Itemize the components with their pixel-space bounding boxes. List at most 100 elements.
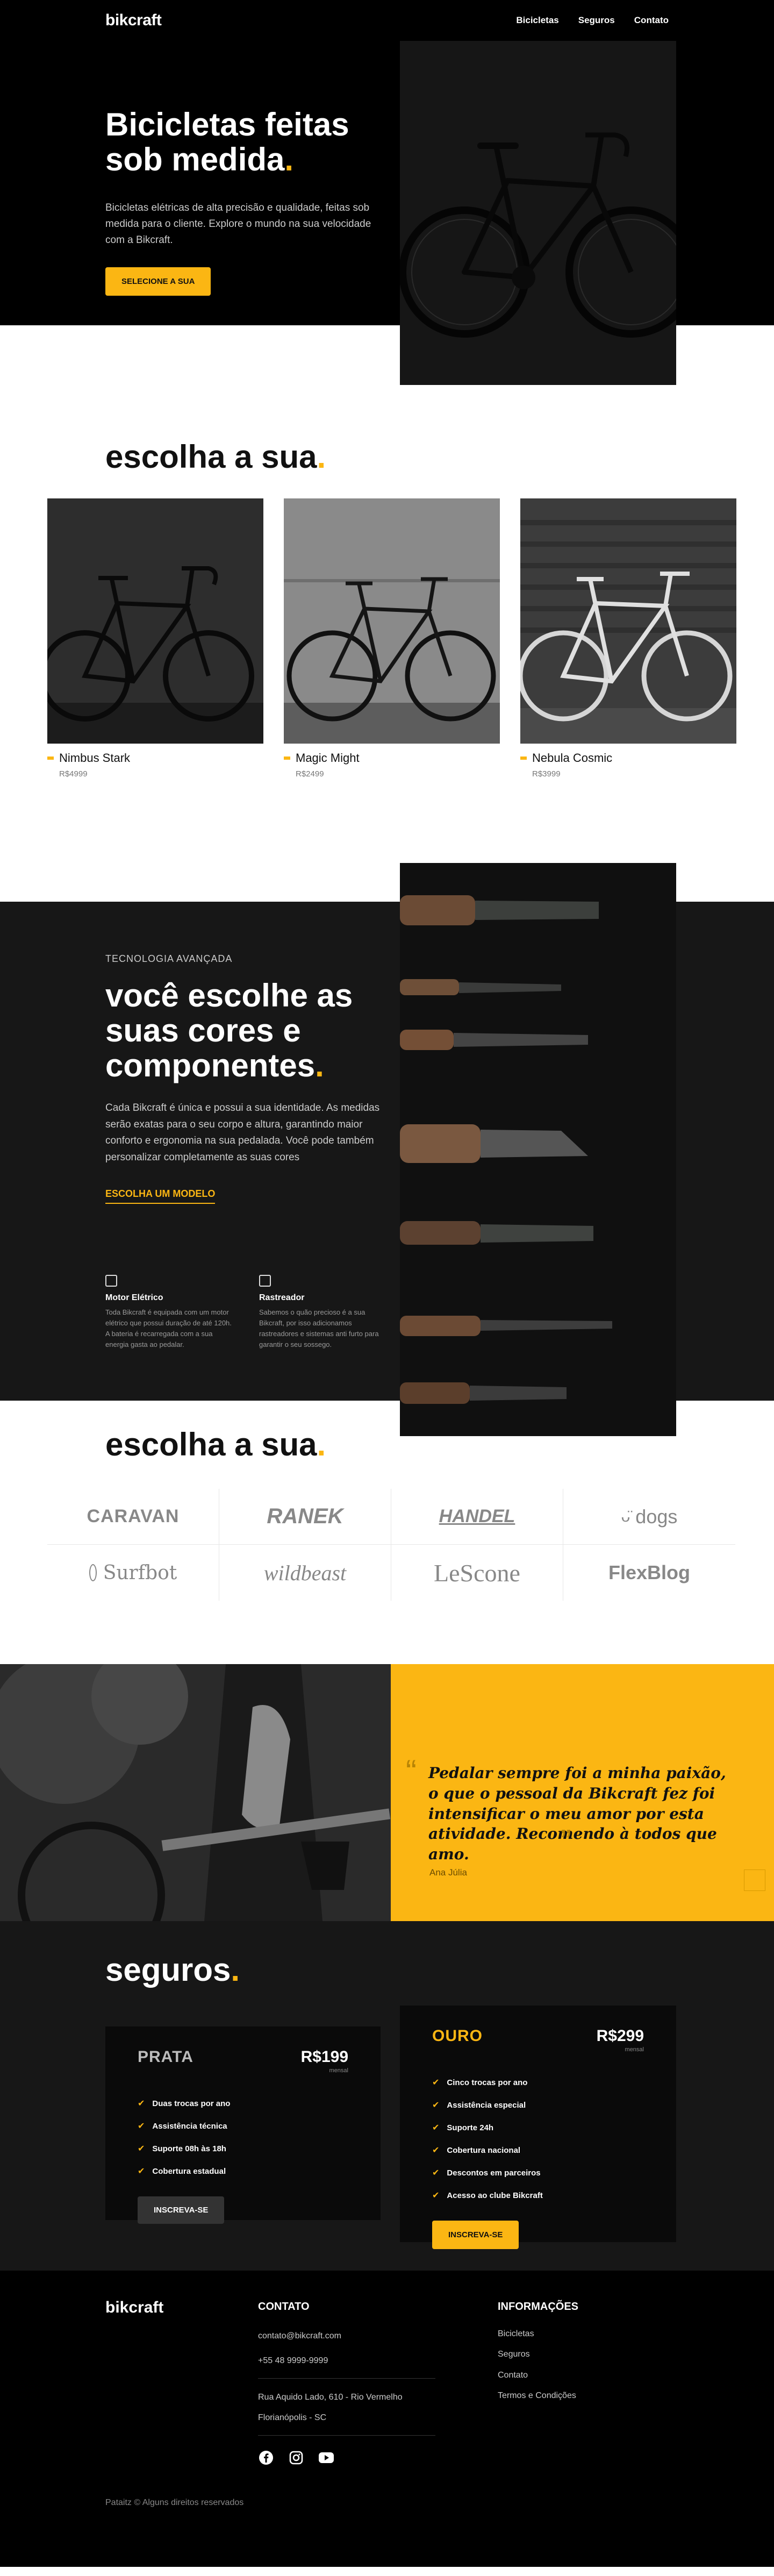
tech-subtitle: TECNOLOGIA AVANÇADA bbox=[105, 953, 233, 964]
brand-logo-ranek: RANEK bbox=[219, 1489, 391, 1545]
model-card-magic[interactable]: Magic Might R$2499 bbox=[284, 498, 500, 779]
divider bbox=[258, 2435, 435, 2436]
check-icon: ✔ bbox=[432, 2123, 440, 2132]
brand-label: LeScone bbox=[434, 1559, 520, 1587]
check-icon: ✔ bbox=[432, 2168, 440, 2178]
tech-section: TECNOLOGIA AVANÇADA você escolhe as suas… bbox=[0, 863, 774, 1436]
plan-benefit: ✔ Cobertura nacional bbox=[432, 2145, 521, 2156]
model-card-nebula[interactable]: Nebula Cosmic R$3999 bbox=[520, 498, 736, 779]
plan-name: PRATA bbox=[138, 2048, 194, 2066]
divider bbox=[258, 2378, 435, 2379]
testimonial-author: Ana Júlia bbox=[429, 1867, 467, 1878]
brand-logo-surfbot: Surfbot bbox=[47, 1545, 219, 1601]
motor-icon bbox=[105, 1275, 117, 1287]
youtube-icon[interactable] bbox=[318, 2450, 334, 2466]
tech-description: Cada Bikcraft é única e possui a sua ide… bbox=[105, 1102, 380, 1163]
facebook-icon[interactable] bbox=[258, 2450, 274, 2466]
brand-label: CARAVAN bbox=[87, 1506, 180, 1526]
plan-price: R$199 mensal bbox=[300, 2048, 348, 2074]
model-name: Nimbus Stark bbox=[47, 751, 263, 765]
check-icon: ✔ bbox=[138, 2167, 145, 2176]
footer-email[interactable]: contato@bikcraft.com bbox=[258, 2324, 435, 2349]
model-price: R$4999 bbox=[59, 769, 88, 779]
cyclist-image bbox=[0, 1664, 391, 1921]
nav-item-contato[interactable]: Contato bbox=[634, 15, 669, 26]
subscribe-gold-button[interactable]: Inscreva-se bbox=[432, 2221, 519, 2249]
plan-benefit: ✔ Assistência especial bbox=[432, 2100, 526, 2110]
model-price: R$2499 bbox=[296, 769, 324, 779]
testimonial-section: “ Pedalar sempre foi a minha paixão, o q… bbox=[0, 1664, 774, 1921]
footer-phone[interactable]: +55 48 9999-9999 bbox=[258, 2349, 435, 2373]
footer-address: Rua Aquido Lado, 610 - Rio Vermelho bbox=[258, 2392, 403, 2402]
instagram-icon[interactable] bbox=[288, 2450, 304, 2466]
footer-link-contato[interactable]: Contato bbox=[498, 2365, 578, 2386]
tools-image bbox=[400, 863, 676, 1436]
nimbus-bike-image bbox=[47, 498, 263, 744]
plan-benefit: ✔ Assistência técnica bbox=[138, 2121, 227, 2131]
choose-model-link[interactable]: Escolha um modelo bbox=[105, 1188, 216, 1204]
brand-label: Surfbot bbox=[103, 1561, 177, 1584]
nav-item-bicicletas[interactable]: Bicicletas bbox=[516, 15, 558, 26]
footer-link-termos[interactable]: Termos e Condições bbox=[498, 2386, 578, 2406]
plan-price: R$299 mensal bbox=[596, 2027, 644, 2053]
check-icon: ✔ bbox=[432, 2191, 440, 2200]
check-icon: ✔ bbox=[432, 2146, 440, 2155]
model-name: Nebula Cosmic bbox=[520, 751, 736, 765]
brand-logo-flexblog: FlexBlog bbox=[563, 1545, 735, 1601]
nebula-bike-image bbox=[520, 498, 736, 744]
model-name: Magic Might bbox=[284, 751, 500, 765]
feature-title: Rastreador bbox=[259, 1293, 305, 1302]
brand-label: wildbeast bbox=[263, 1560, 347, 1585]
tech-content: TECNOLOGIA AVANÇADA você escolhe as suas… bbox=[105, 953, 385, 1204]
brand-label: RANEK bbox=[267, 1504, 343, 1528]
plan-benefit: ✔ Descontos em parceiros bbox=[432, 2168, 541, 2178]
plan-benefits: ✔ Duas trocas por ano ✔ Assistência técnic… bbox=[138, 2092, 348, 2182]
brand-logo-lescone: LeScone bbox=[391, 1545, 563, 1601]
insurance-section: seguros. PRATA R$199 mensal ✔ Duas trocas … bbox=[0, 1921, 774, 2271]
plan-benefit: ✔ Cobertura estadual bbox=[138, 2166, 226, 2177]
models-section: escolha a sua. Nimbus Stark R$4999 Magic… bbox=[0, 325, 774, 863]
feature-title: Motor Elétrico bbox=[105, 1293, 163, 1302]
check-icon: ✔ bbox=[138, 2144, 145, 2153]
magic-bike-image bbox=[284, 498, 500, 744]
nav-item-seguros[interactable]: Seguros bbox=[578, 15, 615, 26]
plan-benefit: ✔ Suporte 08h às 18h bbox=[138, 2144, 226, 2154]
social-links bbox=[258, 2450, 435, 2466]
footer-link-seguros[interactable]: Seguros bbox=[498, 2344, 578, 2365]
hero-description: Bicicletas elétricas de alta precisão e … bbox=[105, 202, 371, 246]
models-list: Nimbus Stark R$4999 Magic Might R$2499 N… bbox=[47, 498, 736, 779]
plan-card-gold: OURO R$299 mensal ✔ Cinco trocas por ano ✔… bbox=[400, 2006, 676, 2249]
plan-benefits: ✔ Cinco trocas por ano ✔ Assistência espec… bbox=[432, 2071, 644, 2207]
subscribe-silver-button[interactable]: Inscreva-se bbox=[138, 2196, 225, 2224]
features-list: Motor Elétrico Toda Bikcraft é equipada … bbox=[105, 1275, 386, 1351]
model-price: R$3999 bbox=[532, 769, 561, 779]
plan-benefit: ✔ Duas trocas por ano bbox=[138, 2099, 231, 2109]
feature-description: Toda Bikcraft é equipada com um motor el… bbox=[105, 1308, 232, 1349]
brand-logo-wildbeast: wildbeast bbox=[219, 1545, 391, 1601]
surfboard-icon bbox=[89, 1564, 97, 1581]
plan-benefit: ✔ Acesso ao clube Bikcraft bbox=[432, 2190, 543, 2201]
tech-title: você escolhe as suas cores e componentes… bbox=[105, 977, 353, 1083]
brands-title: escolha a sua. bbox=[105, 1426, 326, 1462]
feature-tracker: Rastreador Sabemos o quão precioso é a s… bbox=[259, 1275, 386, 1351]
select-bike-button[interactable]: Selecione a sua bbox=[105, 267, 211, 296]
footer-logo[interactable]: bikcraft bbox=[105, 2299, 163, 2317]
footer-contact-title: Contato bbox=[258, 2301, 310, 2313]
check-icon: ✔ bbox=[138, 2099, 145, 2108]
logo[interactable]: bikcraft bbox=[105, 11, 162, 30]
main-nav: Bicicletas Seguros Contato bbox=[516, 15, 669, 26]
brand-label: HANDEL bbox=[439, 1506, 515, 1526]
feature-motor: Motor Elétrico Toda Bikcraft é equipada … bbox=[105, 1275, 232, 1351]
dots-pattern-icon bbox=[744, 1869, 765, 1891]
hero-title: Bicicletas feitas sob medida. bbox=[105, 106, 349, 177]
footer-link-bicicletas[interactable]: Bicicletas bbox=[498, 2324, 578, 2344]
plan-benefit: ✔ Suporte 24h bbox=[432, 2123, 494, 2133]
footer-info: Informações Bicicletas Seguros Contato T… bbox=[498, 2301, 578, 2407]
brand-logo-handel: HANDEL bbox=[391, 1489, 563, 1545]
brand-logo-caravan: CARAVAN bbox=[47, 1489, 219, 1545]
brand-label: dogs bbox=[635, 1505, 678, 1528]
hero-section: Bicicletas feitas sob medida. Bicicletas… bbox=[0, 0, 774, 385]
footer-contact: Contato contato@bikcraft.com +55 48 9999… bbox=[258, 2301, 435, 2466]
dog-face-icon: ᴗ̈ bbox=[621, 1507, 630, 1525]
model-card-nimbus[interactable]: Nimbus Stark R$4999 bbox=[47, 498, 263, 779]
